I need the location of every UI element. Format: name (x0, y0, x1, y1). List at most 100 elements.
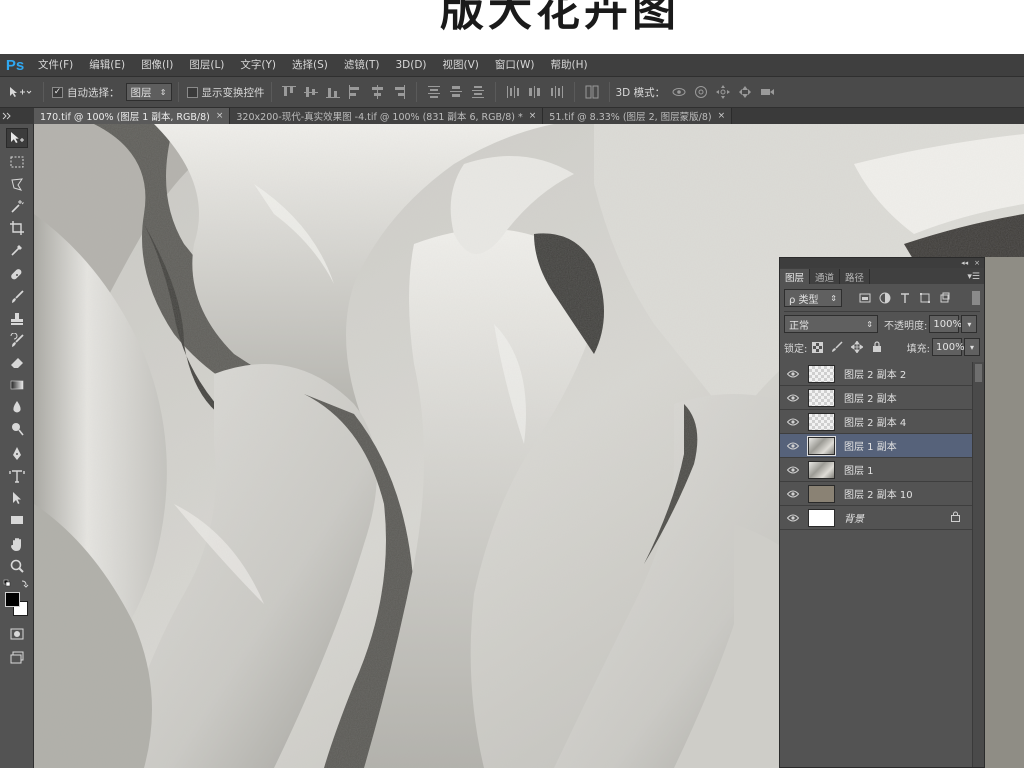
layer-row[interactable]: 图层 2 副本 4 (780, 410, 972, 434)
expand-toolbar-icon[interactable] (0, 108, 34, 124)
menu-image[interactable]: 图像(I) (133, 54, 181, 76)
type-tool[interactable] (6, 466, 28, 486)
panel-menu-icon[interactable]: ▾☰ (967, 269, 980, 284)
menu-file[interactable]: 文件(F) (30, 54, 81, 76)
align-vcenter-icon[interactable] (303, 84, 319, 100)
dodge-tool[interactable] (6, 419, 28, 439)
menu-edit[interactable]: 编辑(E) (81, 54, 133, 76)
align-top-icon[interactable] (281, 84, 297, 100)
layer-row[interactable]: 图层 2 副本 (780, 386, 972, 410)
lock-all-icon[interactable] (870, 340, 884, 354)
eye-icon[interactable] (780, 442, 806, 450)
tab-channels[interactable]: 通道 (810, 269, 841, 284)
close-icon[interactable]: × (718, 111, 726, 121)
filter-shape-icon[interactable] (918, 291, 932, 305)
auto-align-icon[interactable] (584, 84, 600, 100)
close-icon[interactable]: × (529, 111, 537, 121)
collapse-icon[interactable]: ◂◂ (961, 259, 968, 267)
fill-input[interactable]: 100% (932, 338, 965, 356)
healing-brush-tool[interactable] (6, 265, 28, 285)
3d-pan-icon[interactable] (715, 84, 731, 100)
zoom-tool[interactable] (6, 556, 28, 576)
color-swatches[interactable] (4, 591, 30, 617)
gradient-tool[interactable] (6, 375, 28, 395)
history-brush-tool[interactable] (6, 331, 28, 351)
menu-window[interactable]: 窗口(W) (487, 54, 543, 76)
menu-help[interactable]: 帮助(H) (543, 54, 596, 76)
rectangle-tool[interactable] (6, 510, 28, 530)
filter-type-icon[interactable] (898, 291, 912, 305)
lock-position-icon[interactable] (850, 340, 864, 354)
3d-orbit-icon[interactable] (671, 84, 687, 100)
filter-adjustment-icon[interactable] (878, 291, 892, 305)
default-colors-icon[interactable] (3, 579, 31, 589)
eye-icon[interactable] (780, 370, 806, 378)
layer-row[interactable]: 图层 2 副本 2 (780, 362, 972, 386)
menu-view[interactable]: 视图(V) (435, 54, 487, 76)
move-tool[interactable] (6, 128, 28, 148)
eye-icon[interactable] (780, 418, 806, 426)
3d-roll-icon[interactable] (693, 84, 709, 100)
layer-row[interactable]: 图层 2 副本 10 (780, 482, 972, 506)
tab-paths[interactable]: 路径 (840, 269, 871, 284)
lasso-tool[interactable] (6, 174, 28, 194)
blur-tool[interactable] (6, 397, 28, 417)
distribute-hcenter-icon[interactable] (527, 84, 543, 100)
distribute-top-icon[interactable] (426, 84, 442, 100)
eye-icon[interactable] (780, 394, 806, 402)
eye-icon[interactable] (780, 490, 806, 498)
tab-320x200[interactable]: 320x200-现代-真实效果图 -4.tif @ 100% (831 副本 6… (230, 108, 544, 124)
distribute-left-icon[interactable] (505, 84, 521, 100)
lock-transparency-icon[interactable] (810, 340, 824, 354)
3d-scale-icon[interactable] (759, 84, 775, 100)
foreground-color-swatch[interactable] (5, 592, 20, 607)
marquee-tool[interactable] (6, 152, 28, 172)
layer-list-scrollbar[interactable] (972, 362, 984, 767)
path-selection-tool[interactable] (6, 488, 28, 508)
hand-tool[interactable] (6, 534, 28, 554)
clone-stamp-tool[interactable] (6, 309, 28, 329)
show-transform-checkbox[interactable] (186, 86, 198, 98)
align-right-icon[interactable] (391, 84, 407, 100)
quick-mask-tool[interactable] (6, 624, 28, 644)
pen-tool[interactable] (6, 444, 28, 464)
menu-select[interactable]: 选择(S) (284, 54, 336, 76)
eye-icon[interactable] (780, 514, 806, 522)
layer-row[interactable]: 图层 1 (780, 458, 972, 482)
lock-pixels-icon[interactable] (830, 340, 844, 354)
brush-tool[interactable] (6, 287, 28, 307)
layer-row-background[interactable]: 背景 (780, 506, 972, 530)
tab-170-tif[interactable]: 170.tif @ 100% (图层 1 副本, RGB/8) × (34, 108, 231, 124)
distribute-vcenter-icon[interactable] (448, 84, 464, 100)
move-tool-preset-icon[interactable] (6, 84, 34, 100)
menu-3d[interactable]: 3D(D) (387, 54, 434, 76)
eye-icon[interactable] (780, 466, 806, 474)
distribute-right-icon[interactable] (549, 84, 565, 100)
align-bottom-icon[interactable] (325, 84, 341, 100)
distribute-bottom-icon[interactable] (470, 84, 486, 100)
tab-51-tif[interactable]: 51.tif @ 8.33% (图层 2, 图层蒙版/8) × (543, 108, 733, 124)
eraser-tool[interactable] (6, 353, 28, 373)
menu-type[interactable]: 文字(Y) (232, 54, 284, 76)
close-icon[interactable]: × (216, 111, 224, 121)
align-hcenter-icon[interactable] (369, 84, 385, 100)
magic-wand-tool[interactable] (6, 196, 28, 216)
layer-filter-select[interactable]: ρ 类型 ⇕ (784, 289, 842, 307)
3d-slide-icon[interactable] (737, 84, 753, 100)
close-icon[interactable]: × (974, 259, 980, 267)
tab-layers[interactable]: 图层 (780, 269, 811, 284)
filter-pixel-icon[interactable] (858, 291, 872, 305)
auto-select-dropdown[interactable]: 图层 ⇕ (125, 83, 172, 101)
layer-row-selected[interactable]: 图层 1 副本 (780, 434, 972, 458)
blend-mode-select[interactable]: 正常 ⇕ (784, 315, 878, 333)
opacity-dropdown-icon[interactable]: ▾ (961, 315, 978, 333)
align-left-icon[interactable] (347, 84, 363, 100)
screen-mode-tool[interactable] (6, 648, 28, 668)
eyedropper-tool[interactable] (6, 240, 28, 260)
filter-toggle-switch[interactable] (972, 291, 980, 305)
menu-layer[interactable]: 图层(L) (181, 54, 232, 76)
crop-tool[interactable] (6, 218, 28, 238)
auto-select-checkbox[interactable]: ✓ (52, 86, 63, 98)
scrollbar-thumb[interactable] (975, 364, 982, 382)
filter-smart-object-icon[interactable] (938, 291, 952, 305)
